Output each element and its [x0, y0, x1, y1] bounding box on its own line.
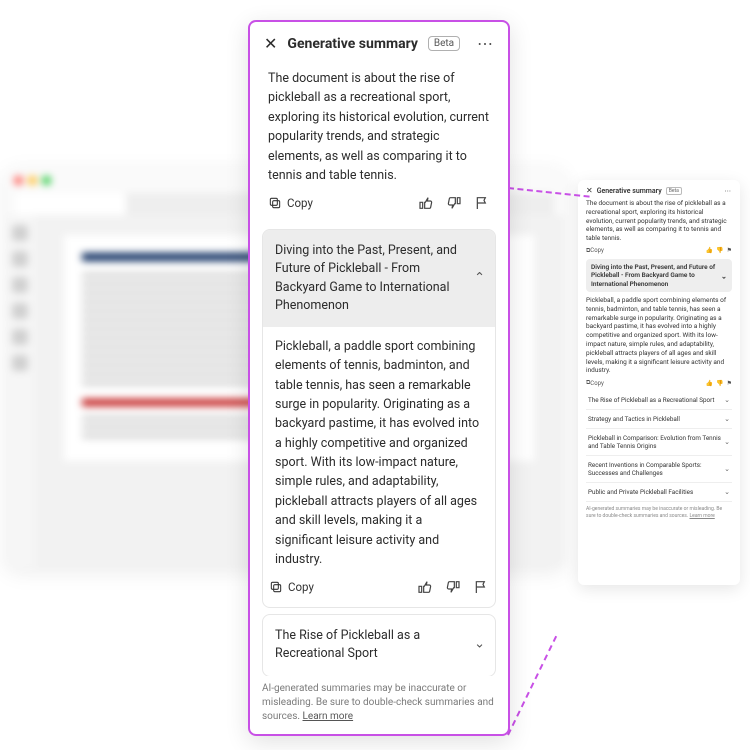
disclaimer-text: AI-generated summaries may be inaccurate… [262, 683, 494, 722]
close-icon[interactable]: ✕ [264, 36, 277, 52]
disclaimer: AI-generated summaries may be inaccurate… [250, 676, 508, 734]
section-header[interactable]: The Rise of Pickleball as a Recreational… [263, 615, 495, 675]
overall-summary: The document is about the rise of pickle… [262, 63, 496, 185]
section-actions: Copy [263, 569, 495, 607]
flag-icon[interactable] [473, 579, 489, 595]
thumbs-down-icon[interactable] [446, 195, 462, 211]
more-icon: ⋯ [725, 187, 733, 195]
beta-badge: Beta [428, 36, 460, 51]
copy-label: Copy [287, 196, 313, 210]
close-icon: ✕ [586, 186, 593, 195]
section-item-expanded: Diving into the Past, Present, and Futur… [262, 229, 496, 608]
panel-header: ✕ Generative summary Beta ⋯ [250, 22, 508, 63]
flag-icon[interactable] [474, 195, 490, 211]
copy-button[interactable]: Copy [268, 196, 313, 210]
summary-text: The document is about the rise of pickle… [268, 69, 490, 185]
thumbs-down-icon[interactable] [445, 579, 461, 595]
thumbs-up-icon[interactable] [418, 195, 434, 211]
callout-line [507, 636, 557, 736]
panel-body: The document is about the rise of pickle… [250, 63, 508, 676]
learn-more-link[interactable]: Learn more [303, 711, 354, 722]
summary-actions: Copy [262, 185, 496, 223]
section-title: Diving into the Past, Present, and Futur… [275, 243, 457, 312]
section-item: The Rise of Pickleball as a Recreational… [262, 614, 496, 676]
copy-icon [268, 196, 282, 210]
copy-button[interactable]: Copy [269, 580, 314, 594]
generative-summary-panel: ✕ Generative summary Beta ⋯ The document… [248, 20, 510, 736]
panel-title: Generative summary [287, 36, 417, 52]
copy-icon [269, 580, 283, 594]
section-title: The Rise of Pickleball as a Recreational… [275, 628, 420, 661]
thumbs-up-icon[interactable] [417, 579, 433, 595]
mini-summary-panel: ✕ Generative summary Beta ⋯ The document… [578, 180, 740, 585]
chevron-up-icon: ⌃ [474, 269, 485, 288]
section-body: Pickleball, a paddle sport combining ele… [263, 327, 495, 570]
copy-label: Copy [288, 580, 314, 594]
chevron-down-icon: ⌄ [474, 636, 485, 655]
section-header[interactable]: Diving into the Past, Present, and Futur… [263, 230, 495, 327]
more-icon[interactable]: ⋯ [477, 34, 494, 53]
